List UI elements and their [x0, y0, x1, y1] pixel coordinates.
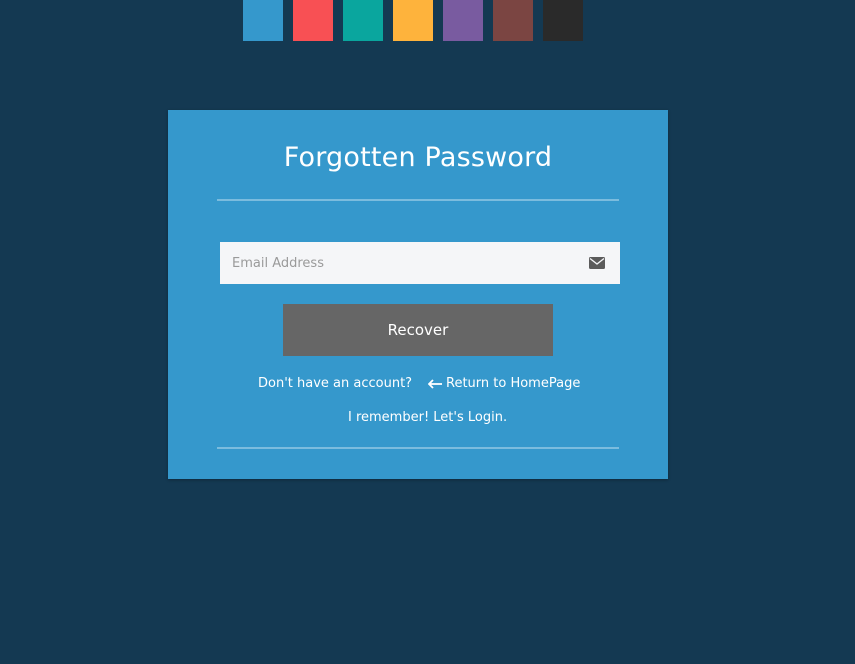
swatch-brown[interactable] [493, 0, 533, 41]
email-field-wrapper [220, 242, 620, 284]
swatch-orange[interactable] [393, 0, 433, 41]
swatch-dark[interactable] [543, 0, 583, 41]
login-link[interactable]: I remember! Let's Login. [348, 410, 507, 425]
swatch-red[interactable] [293, 0, 333, 41]
arrow-left-icon [428, 378, 442, 389]
swatch-purple[interactable] [443, 0, 483, 41]
return-home-label: Return to HomePage [446, 376, 581, 391]
return-home-link[interactable]: Return to HomePage [428, 376, 580, 391]
swatch-blue[interactable] [243, 0, 283, 41]
theme-swatches [243, 0, 583, 41]
email-field[interactable] [220, 242, 580, 284]
signup-link[interactable]: Don't have an account? [258, 376, 412, 391]
swatch-teal[interactable] [343, 0, 383, 41]
divider-top [217, 199, 619, 201]
page-title: Forgotten Password [283, 142, 553, 173]
envelope-icon [589, 257, 605, 269]
divider-bottom [217, 447, 619, 449]
recover-button[interactable]: Recover [283, 304, 553, 356]
